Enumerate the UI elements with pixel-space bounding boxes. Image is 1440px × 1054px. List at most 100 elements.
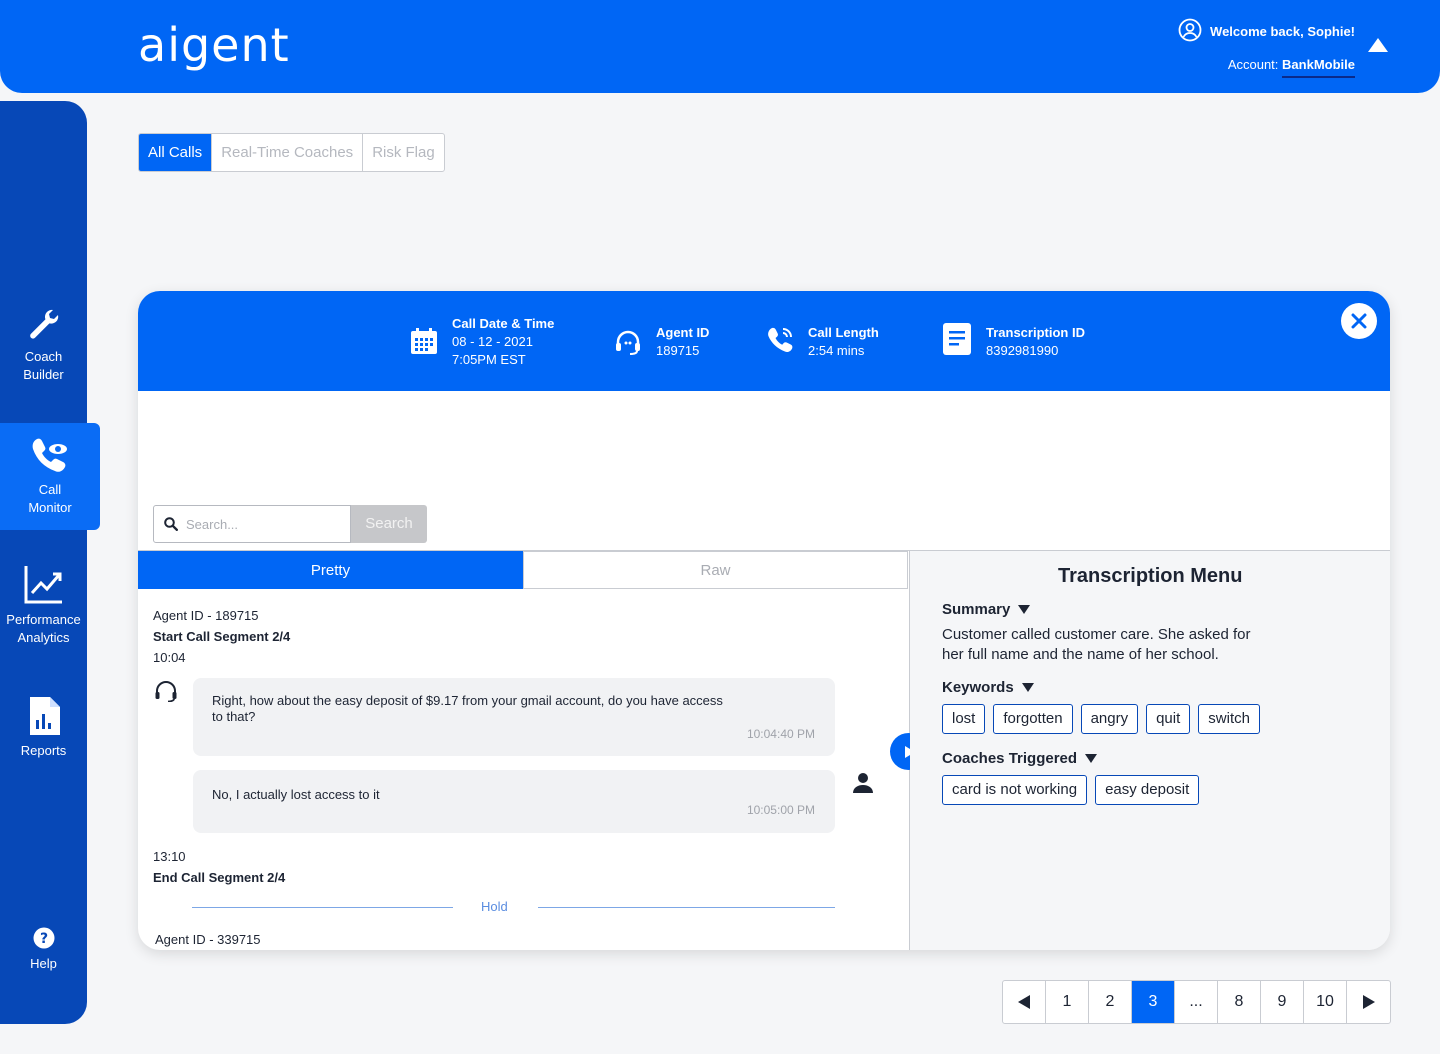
summary-toggle[interactable]: Summary bbox=[942, 601, 1031, 618]
sidebar-item-call-monitor[interactable]: Call Monitor bbox=[0, 423, 100, 530]
tab-real-time-coaches[interactable]: Real-Time Coaches bbox=[212, 134, 364, 171]
agent-id-meta: Agent ID 189715 bbox=[614, 324, 709, 360]
arrow-left-icon bbox=[1018, 995, 1030, 1009]
segment-start: Start Call Segment 2/4 bbox=[153, 629, 291, 644]
page-button[interactable]: 2 bbox=[1089, 981, 1132, 1023]
tab-pretty[interactable]: Pretty bbox=[138, 551, 523, 589]
calendar-icon bbox=[411, 328, 437, 354]
message-text: No, I actually lost access to it bbox=[212, 787, 380, 802]
chart-icon bbox=[24, 566, 62, 604]
close-button[interactable] bbox=[1341, 303, 1377, 339]
summary-label: Summary bbox=[942, 601, 1011, 618]
call-time-value: 7:05PM EST bbox=[452, 352, 526, 367]
sidebar-item-coach-builder[interactable]: Coach Builder bbox=[0, 306, 87, 384]
account-row: Account: BankMobile bbox=[1178, 57, 1355, 78]
sidebar: Coach Builder Call Monitor Performance A… bbox=[0, 101, 100, 1024]
prev-page-button[interactable] bbox=[1003, 981, 1046, 1023]
next-agent-id-line: Agent ID - 339715 bbox=[155, 932, 261, 947]
keyword-chip[interactable]: forgotten bbox=[993, 704, 1073, 734]
tab-all-calls[interactable]: All Calls bbox=[139, 134, 213, 171]
aigent-logo[interactable]: aigent bbox=[138, 18, 290, 72]
message-bubble-agent: Right, how about the easy deposit of $9.… bbox=[193, 678, 835, 756]
page-button[interactable]: 9 bbox=[1261, 981, 1304, 1023]
agent-headset-icon bbox=[155, 681, 177, 702]
coach-chips: card is not working easy deposit bbox=[942, 775, 1200, 805]
phone-icon bbox=[768, 327, 793, 352]
close-icon bbox=[1351, 313, 1367, 329]
segment-start-time: 10:04 bbox=[153, 650, 186, 665]
coach-chip[interactable]: easy deposit bbox=[1095, 775, 1200, 805]
agent-id-title: Agent ID bbox=[656, 325, 710, 340]
sidebar-label: Reports bbox=[20, 743, 67, 758]
message-text: Right, how about the easy deposit of $9.… bbox=[212, 693, 723, 724]
call-length-meta: Call Length 2:54 mins bbox=[766, 324, 879, 360]
help-icon: ? bbox=[33, 927, 54, 949]
welcome-text: Welcome back, Sophie! bbox=[1210, 24, 1355, 39]
tab-risk-flag[interactable]: Risk Flag bbox=[363, 134, 444, 171]
view-tabs: Pretty Raw bbox=[138, 551, 909, 589]
transcription-menu: Transcription Menu Summary Customer call… bbox=[910, 551, 1390, 950]
keyword-chip[interactable]: switch bbox=[1198, 704, 1260, 734]
phone-eye-icon bbox=[32, 438, 67, 472]
keyword-chips: lost forgotten angry quit switch bbox=[942, 704, 1260, 734]
agent-id-value: 189715 bbox=[656, 343, 700, 358]
arrow-right-icon bbox=[1362, 995, 1375, 1009]
coach-chip[interactable]: card is not working bbox=[942, 775, 1088, 805]
next-page-button[interactable] bbox=[1347, 981, 1390, 1023]
sidebar-item-reports[interactable]: Reports bbox=[0, 696, 87, 760]
sidebar-item-help[interactable]: ? Help bbox=[0, 927, 87, 973]
keyword-chip[interactable]: quit bbox=[1146, 704, 1191, 734]
search-button[interactable]: Search bbox=[351, 505, 427, 543]
call-length-value: 2:54 mins bbox=[808, 343, 865, 358]
call-date-value: 08 - 12 - 2021 bbox=[452, 334, 533, 349]
call-detail-card: Call Date & Time 08 - 12 - 2021 7:05PM E… bbox=[138, 291, 1390, 950]
collapse-arrow-icon[interactable] bbox=[1368, 38, 1388, 52]
transcript-panel: Agent ID - 189715 Start Call Segment 2/4… bbox=[153, 605, 893, 668]
page-ellipsis: ... bbox=[1175, 981, 1218, 1023]
message-bubble-customer: No, I actually lost access to it 10:05:0… bbox=[193, 770, 835, 833]
search-input[interactable]: Search... bbox=[153, 505, 351, 543]
summary-text: Customer called customer care. She asked… bbox=[942, 626, 1251, 663]
account-name-link[interactable]: BankMobile bbox=[1282, 57, 1355, 78]
segment-end-time: 13:10 bbox=[153, 849, 186, 864]
svg-text:?: ? bbox=[39, 931, 47, 947]
user-icon[interactable] bbox=[1178, 18, 1202, 45]
hold-divider bbox=[192, 907, 453, 908]
headset-icon bbox=[616, 330, 640, 355]
message-time: 10:04:40 PM bbox=[746, 727, 815, 741]
sidebar-label: Monitor bbox=[28, 500, 72, 515]
search-icon bbox=[164, 517, 178, 531]
sidebar-label: Performance bbox=[6, 612, 81, 627]
page-button[interactable]: 10 bbox=[1304, 981, 1347, 1023]
keyword-chip[interactable]: lost bbox=[942, 704, 986, 734]
call-date-meta: Call Date & Time 08 - 12 - 2021 7:05PM E… bbox=[410, 315, 554, 369]
coaches-label: Coaches Triggered bbox=[942, 750, 1078, 767]
tab-raw[interactable]: Raw bbox=[523, 551, 908, 589]
sidebar-item-performance-analytics[interactable]: Performance Analytics bbox=[0, 563, 87, 647]
document-icon bbox=[943, 323, 971, 355]
page-button[interactable]: 1 bbox=[1046, 981, 1089, 1023]
segment-end: End Call Segment 2/4 bbox=[153, 870, 286, 885]
keywords-label: Keywords bbox=[942, 679, 1014, 696]
sidebar-label: Help bbox=[30, 956, 57, 971]
customer-person-icon bbox=[853, 773, 873, 793]
page-button-current[interactable]: 3 bbox=[1132, 981, 1175, 1023]
transcription-id-meta: Transcription ID 8392981990 bbox=[942, 323, 1085, 360]
page-button[interactable]: 8 bbox=[1218, 981, 1261, 1023]
filter-tabs: All Calls Real-Time Coaches Risk Flag bbox=[138, 133, 445, 172]
transcription-id-value: 8392981990 bbox=[986, 343, 1059, 358]
keyword-chip[interactable]: angry bbox=[1080, 704, 1139, 734]
search-placeholder: Search... bbox=[186, 516, 239, 532]
sidebar-label: Analytics bbox=[17, 630, 70, 645]
keywords-toggle[interactable]: Keywords bbox=[942, 679, 1034, 696]
message-time: 10:05:00 PM bbox=[746, 803, 815, 817]
sidebar-label: Builder bbox=[23, 367, 64, 382]
account-label: Account: bbox=[1227, 57, 1279, 72]
call-meta-header: Call Date & Time 08 - 12 - 2021 7:05PM E… bbox=[138, 291, 1390, 391]
coaches-toggle[interactable]: Coaches Triggered bbox=[942, 750, 1098, 767]
caret-down-icon bbox=[1085, 754, 1098, 763]
transcription-id-title: Transcription ID bbox=[986, 325, 1085, 340]
call-length-title: Call Length bbox=[808, 325, 879, 340]
report-icon bbox=[29, 697, 60, 735]
hold-divider bbox=[538, 907, 835, 908]
